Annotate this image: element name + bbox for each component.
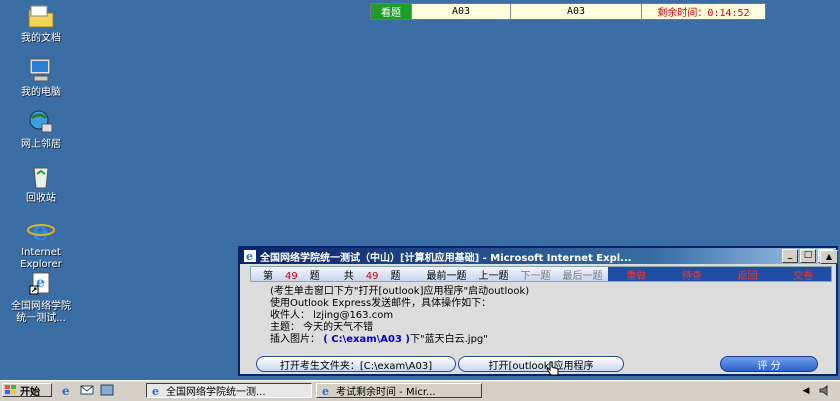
- recipient-line: 收件人： lzjing@163.com: [270, 310, 394, 321]
- svg-text:e: e: [152, 385, 159, 396]
- taskbar-item-label: 考试剩余时间 - Micr...: [336, 387, 436, 398]
- open-outlook-button[interactable]: 打开[outlook]应用程序: [458, 356, 624, 372]
- desktop-icon-label: 我的文档: [21, 33, 61, 44]
- start-button[interactable]: 开始: [2, 383, 52, 398]
- computer-icon: [29, 58, 51, 82]
- cursor-hand-icon: [546, 361, 559, 376]
- tray-expand-icon[interactable]: ◀: [800, 385, 812, 397]
- svg-text:e: e: [32, 217, 49, 244]
- maximize-button[interactable]: □: [800, 249, 816, 263]
- desktop-icon-label: Internet Explorer: [20, 247, 62, 270]
- shortcut-icon: e: [29, 272, 50, 295]
- outlook-quicklaunch-icon[interactable]: [80, 384, 94, 396]
- exam-browser-window: e 全国网络学院统一测试（中山）[计算机应用基础] - Microsoft In…: [238, 246, 838, 376]
- instruction-line: 使用Outlook Express发送邮件，具体操作如下：: [270, 298, 492, 309]
- show-desktop-icon[interactable]: [100, 384, 114, 396]
- volume-tray-icon[interactable]: [818, 384, 832, 397]
- desktop-icon-internet-explorer[interactable]: e Internet Explorer: [6, 216, 76, 271]
- windows-flag-icon: [5, 385, 16, 394]
- ie-icon: e: [27, 217, 55, 244]
- minimize-button[interactable]: _: [782, 249, 798, 263]
- attachment-line: 插入图片： ( C:\exam\A03 )下"蓝天白云.jpg": [270, 334, 488, 345]
- back-button[interactable]: 返回: [728, 267, 768, 282]
- subject-line: 主题： 今天的天气不错: [270, 322, 374, 333]
- total-questions-indicator: 共 49 题: [343, 270, 401, 282]
- first-question-link[interactable]: 最前一题: [412, 267, 472, 282]
- svg-text:e: e: [246, 250, 253, 262]
- next-question-link[interactable]: 下一题: [514, 267, 556, 282]
- score-button[interactable]: 评 分: [720, 356, 818, 372]
- desktop-icon-network[interactable]: 网上邻居: [6, 108, 76, 151]
- taskbar: 开始 e e 全国网络学院统一测... e 考试剩余时间 - Micr... ◀: [0, 380, 840, 401]
- window-title: 全国网络学院统一测试（中山）[计算机应用基础] - Microsoft Inte…: [260, 252, 632, 264]
- submit-exam-button[interactable]: 交卷: [783, 267, 823, 282]
- redo-button[interactable]: 重做: [616, 267, 656, 282]
- taskbar-item-label: 全国网络学院统一测...: [166, 387, 266, 398]
- network-icon: [29, 110, 53, 133]
- desktop-icon-recycle-bin[interactable]: 回收站: [6, 162, 76, 205]
- desktop-icon-label: 我的电脑: [21, 87, 61, 98]
- taskbar-item-exam-window[interactable]: e 全国网络学院统一测...: [146, 383, 312, 398]
- ie-icon: e: [244, 250, 256, 262]
- view-question-button[interactable]: 看题: [371, 4, 412, 19]
- open-exam-folder-button[interactable]: 打开考生文件夹：[C:\exam\A03]: [256, 356, 456, 372]
- question-content: (考生单击窗口下方"打开[outlook]应用程序"启动outlook) 使用O…: [270, 286, 832, 346]
- svg-text:e: e: [322, 385, 329, 396]
- review-button[interactable]: 待查: [672, 267, 712, 282]
- ie-icon: e: [152, 385, 159, 396]
- attachment-path: ( C:\exam\A03 ): [323, 334, 411, 345]
- action-links: 重做 待查 返回 交卷: [608, 267, 831, 282]
- recycle-bin-icon: [33, 167, 49, 189]
- question-id-a: A03: [412, 4, 511, 19]
- ie-icon: e: [322, 385, 329, 396]
- last-question-link[interactable]: 最后一题: [556, 267, 608, 282]
- window-titlebar[interactable]: e 全国网络学院统一测试（中山）[计算机应用基础] - Microsoft In…: [240, 248, 836, 264]
- question-id-b: A03: [511, 4, 642, 19]
- question-navbar: 第 49 题 共 49 题 最前一题 上一题 下一题 最后一题 重做 待查 返回 交卷: [250, 266, 832, 282]
- desktop-icon-label: 网上邻居: [21, 139, 61, 150]
- remaining-time: 剩余时间：0:14:52: [657, 8, 750, 19]
- scroll-up-arrow-icon[interactable]: ▲: [820, 250, 838, 264]
- taskbar-item-timer-window[interactable]: e 考试剩余时间 - Micr...: [316, 383, 482, 398]
- instruction-line: (考生单击窗口下方"打开[outlook]应用程序"启动outlook): [270, 286, 530, 297]
- window-button-row: 打开考生文件夹：[C:\exam\A03] 打开[outlook]应用程序 评 …: [256, 356, 818, 376]
- desktop-icon-my-documents[interactable]: 我的文档: [6, 2, 76, 45]
- desktop-icon-my-computer[interactable]: 我的电脑: [6, 56, 76, 99]
- start-label: 开始: [20, 386, 40, 398]
- folder-icon: [28, 5, 54, 28]
- exam-status-bar: 看题 A03 A03 剩余时间：0:14:52: [370, 3, 766, 20]
- prev-question-link[interactable]: 上一题: [472, 267, 514, 282]
- current-question-indicator: 第 49 题: [263, 270, 320, 282]
- svg-text:e: e: [62, 384, 70, 396]
- desktop-icon-label: 全国网络学院 统一测试...: [11, 301, 71, 324]
- desktop-icon-exam-shortcut[interactable]: e 全国网络学院 统一测试...: [6, 270, 76, 325]
- desktop-icon-label: 回收站: [26, 193, 56, 204]
- ie-quicklaunch-icon[interactable]: e: [60, 384, 74, 396]
